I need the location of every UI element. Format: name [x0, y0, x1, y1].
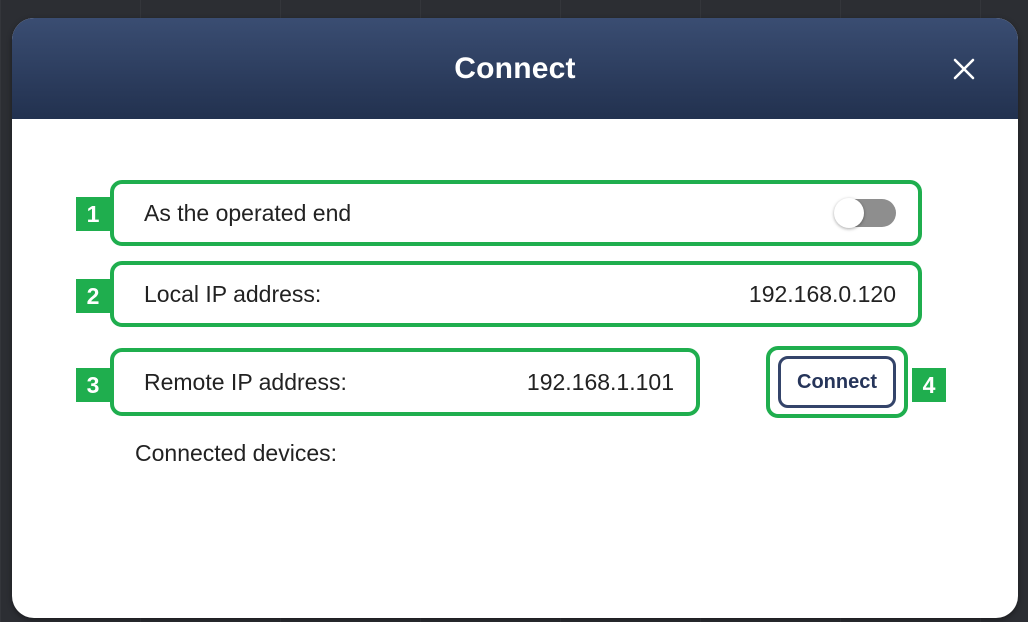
dialog-header: Connect	[12, 18, 1018, 119]
connect-button[interactable]: Connect	[778, 356, 896, 408]
remote-ip-row: Remote IP address: 192.168.1.101	[110, 348, 700, 416]
annotation-badge-4: 4	[912, 368, 946, 402]
remote-ip-value[interactable]: 192.168.1.101	[527, 369, 674, 396]
operated-end-label: As the operated end	[144, 199, 352, 226]
connected-devices-label: Connected devices:	[135, 440, 338, 466]
annotation-badge-2: 2	[76, 279, 110, 313]
local-ip-label: Local IP address:	[144, 280, 322, 307]
close-icon	[953, 58, 975, 79]
toggle-knob	[834, 198, 864, 228]
remote-ip-label: Remote IP address:	[144, 368, 347, 395]
annotation-badge-3: 3	[76, 368, 110, 402]
connect-button-highlight: Connect	[766, 346, 908, 418]
operated-end-row: As the operated end	[110, 180, 922, 246]
annotation-badge-1: 1	[76, 197, 110, 231]
operated-end-toggle[interactable]	[834, 198, 896, 228]
close-button[interactable]	[944, 49, 984, 89]
local-ip-value: 192.168.0.120	[748, 280, 896, 307]
local-ip-row: Local IP address: 192.168.0.120	[110, 261, 922, 327]
dialog-title: Connect	[454, 51, 576, 85]
